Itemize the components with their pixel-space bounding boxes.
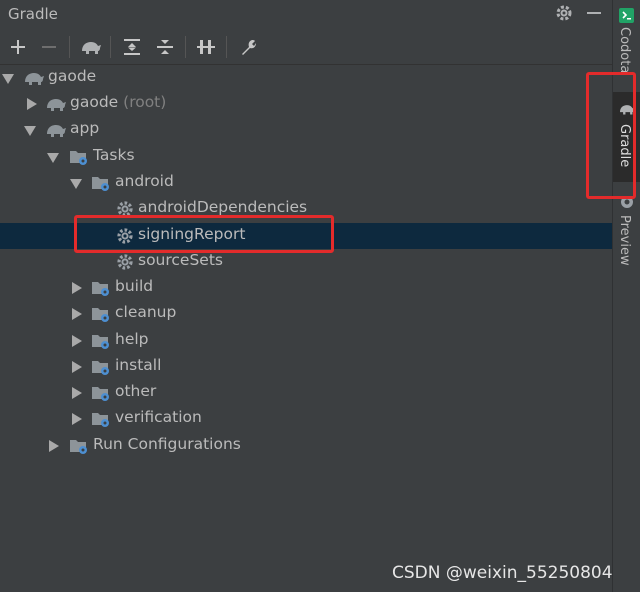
codota-icon [619,8,634,23]
collapsed-arrow-icon[interactable] [27,98,37,110]
task-folder-icon [92,335,109,349]
task-folder-icon [92,177,109,191]
task-folder-icon [92,413,109,427]
panel-header: Gradle [0,0,612,28]
expanded-arrow-icon[interactable] [24,126,36,136]
tree-row-task-group[interactable]: verification [0,406,612,432]
tree-row-tasks[interactable]: Tasks [0,144,612,170]
task-folder-icon [92,308,109,322]
tree-label: app [70,119,100,137]
tree-label: Run Configurations [93,435,241,453]
wrench-icon[interactable] [235,34,261,60]
expanded-arrow-icon[interactable] [70,179,82,189]
gradle-elephant-icon [25,73,44,85]
toolbar-divider [185,36,186,58]
tree-row-task-group[interactable]: other [0,380,612,406]
tab-preview[interactable]: Preview [613,190,640,270]
gradle-elephant-icon [47,125,66,137]
tree-label: sourceSets [138,251,224,269]
remove-icon[interactable] [36,34,62,60]
add-icon[interactable] [5,34,31,60]
tree-row-run-configurations[interactable]: Run Configurations [0,433,612,459]
tree-label: install [115,356,162,374]
tree-label: other [115,382,157,400]
tree-row-task-group[interactable]: cleanup [0,301,612,327]
root-suffix: (root) [123,93,167,111]
collapsed-arrow-icon[interactable] [49,440,59,452]
hide-panel-icon[interactable] [587,12,601,14]
collapsed-arrow-icon[interactable] [72,308,82,320]
tab-label: Preview [617,215,632,266]
task-folder-icon [92,361,109,375]
gradle-elephant-icon [47,99,66,111]
collapsed-arrow-icon[interactable] [72,361,82,373]
collapse-all-icon[interactable] [152,34,178,60]
gear-icon [117,254,133,270]
tree-row-gaode[interactable]: gaode [0,65,612,91]
tree-row-task-group[interactable]: help [0,328,612,354]
toolbar-divider [69,36,70,58]
tree-label: android [115,172,174,190]
tree-row-task-group[interactable]: build [0,275,612,301]
tree-label: androidDependencies [138,198,308,216]
tab-codota[interactable]: Codota [613,0,640,78]
tree-label: verification [115,408,202,426]
expanded-arrow-icon[interactable] [47,153,59,163]
settings-gear-icon[interactable] [554,3,574,23]
gradle-toolbar [0,30,612,65]
panel-title: Gradle [8,5,58,23]
tab-label: Codota [617,27,632,74]
tree-label: cleanup [115,303,177,321]
tree-row-task-group[interactable]: install [0,354,612,380]
collapsed-arrow-icon[interactable] [72,413,82,425]
collapsed-arrow-icon[interactable] [72,335,82,347]
highlight-signing-report [74,215,334,253]
tree-label: gaode (root) [70,93,167,111]
expand-all-icon[interactable] [119,34,145,60]
tree-row-app[interactable]: app [0,117,612,143]
task-folder-icon [92,282,109,296]
tree-label: gaode [48,67,97,85]
collapsed-arrow-icon[interactable] [72,282,82,294]
gradle-panel: Gradle gaode gaode (root) app Tasks andr… [0,0,612,592]
toolbar-divider [226,36,227,58]
tree-label: help [115,330,149,348]
highlight-gradle-tab [586,72,636,199]
toolbar-divider [110,36,111,58]
tree-label: Tasks [93,146,135,164]
expanded-arrow-icon[interactable] [2,74,14,84]
gradle-task-tree: gaode gaode (root) app Tasks android and… [0,65,612,485]
collapsed-arrow-icon[interactable] [72,387,82,399]
tree-row-gaode-root[interactable]: gaode (root) [0,91,612,117]
toggle-offline-icon[interactable] [193,34,219,60]
task-folder-icon [70,151,87,165]
tree-label: build [115,277,154,295]
tree-row-android[interactable]: android [0,170,612,196]
gradle-elephant-icon[interactable] [78,34,104,60]
watermark: CSDN @weixin_55250804 [392,563,613,583]
task-folder-icon [70,440,87,454]
task-folder-icon [92,387,109,401]
